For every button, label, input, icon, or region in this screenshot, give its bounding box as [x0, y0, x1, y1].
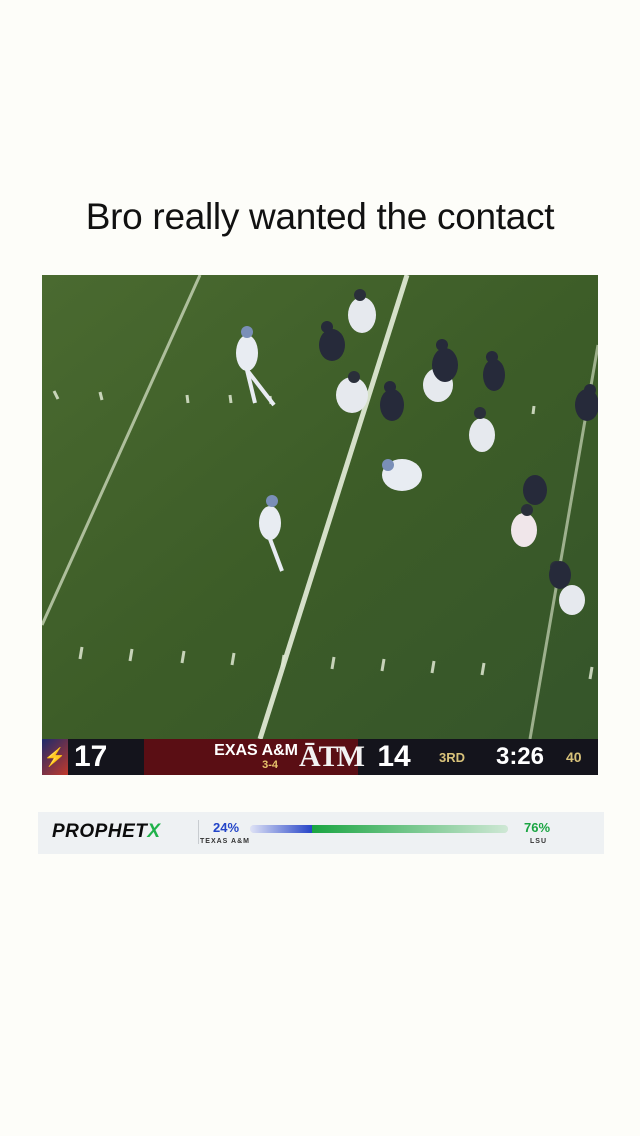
prophetx-logo-text: PROPHET [52, 821, 148, 842]
divider [198, 820, 199, 844]
prophetx-logo: PROPHETX [52, 821, 161, 843]
odds-bar [250, 825, 508, 833]
play-clock: 40 [566, 749, 582, 765]
right-team-name: LSU [530, 838, 547, 845]
video-player[interactable]: ⚡ 17 EXAS A&M 3-4 ĀTM 14 3RD 3:26 40 [42, 275, 598, 775]
home-team-logo-icon: ĀTM [299, 739, 365, 775]
away-score: 17 [74, 740, 108, 773]
quarter: 3RD [438, 749, 465, 765]
post-caption: Bro really wanted the contact [85, 196, 555, 237]
home-team-name: EXAS A&M [214, 742, 298, 759]
prophetx-odds-banner[interactable]: PROPHETX 24% TEXAS A&M 76% LSU [38, 812, 604, 854]
home-team-record: 3-4 [262, 759, 278, 771]
odds-bar-right-fill [311, 825, 508, 833]
scorebug: ⚡ 17 EXAS A&M 3-4 ĀTM 14 3RD 3:26 40 [42, 739, 598, 775]
football-field-image [42, 275, 598, 739]
away-team-logo-icon: ⚡ [42, 739, 68, 775]
left-team-percentage: 24% [213, 820, 240, 835]
home-score: 14 [377, 740, 411, 773]
home-team-block: EXAS A&M 3-4 [144, 739, 304, 775]
prophetx-logo-x: X [147, 821, 161, 842]
odds-bar-left-fill [250, 825, 312, 833]
game-clock: 3:26 [495, 743, 545, 770]
right-team-percentage: 76% [524, 820, 551, 835]
left-team-name: TEXAS A&M [200, 838, 250, 845]
